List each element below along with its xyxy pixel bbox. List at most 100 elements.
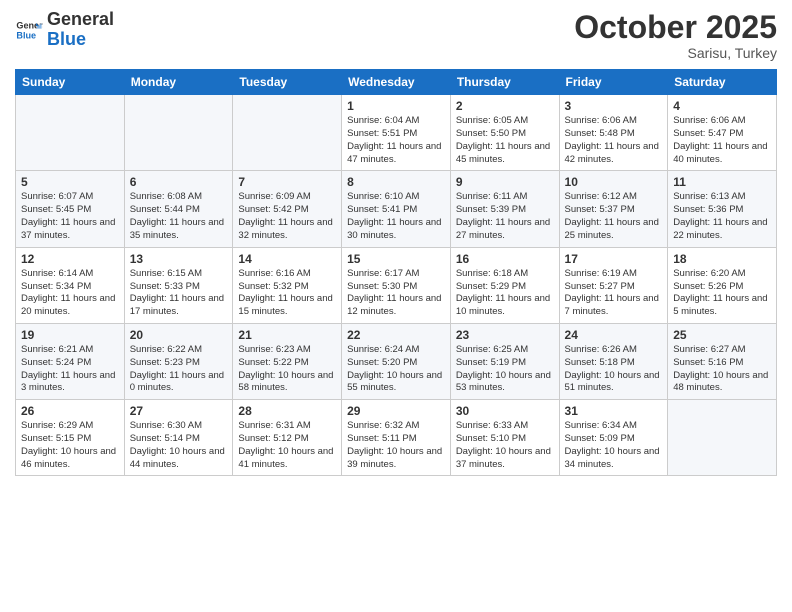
calendar-table: Sunday Monday Tuesday Wednesday Thursday…: [15, 69, 777, 476]
day-info: Sunrise: 6:25 AM Sunset: 5:19 PM Dayligh…: [456, 344, 554, 395]
day-info: Sunrise: 6:29 AM Sunset: 5:15 PM Dayligh…: [21, 420, 119, 471]
table-row: 28 Sunrise: 6:31 AM Sunset: 5:12 PM Dayli…: [233, 400, 342, 476]
day-info: Sunrise: 6:22 AM Sunset: 5:23 PM Dayligh…: [130, 344, 228, 395]
day-info: Sunrise: 6:06 AM Sunset: 5:48 PM Dayligh…: [565, 115, 663, 166]
day-info: Sunrise: 6:15 AM Sunset: 5:33 PM Dayligh…: [130, 268, 228, 319]
table-row: 21 Sunrise: 6:23 AM Sunset: 5:22 PM Dayli…: [233, 323, 342, 399]
day-number: 27: [130, 404, 228, 418]
day-info: Sunrise: 6:13 AM Sunset: 5:36 PM Dayligh…: [673, 191, 771, 242]
table-row: 22Sunrise: 6:24 AM Sunset: 5:20 PM Dayli…: [342, 323, 451, 399]
table-row: 15Sunrise: 6:17 AM Sunset: 5:30 PM Dayli…: [342, 247, 451, 323]
calendar-header-row: Sunday Monday Tuesday Wednesday Thursday…: [16, 70, 777, 95]
table-row: 18Sunrise: 6:20 AM Sunset: 5:26 PM Dayli…: [668, 247, 777, 323]
day-info: Sunrise: 6:31 AM Sunset: 5:12 PM Dayligh…: [238, 420, 336, 471]
logo: General Blue GeneralBlue: [15, 10, 114, 50]
col-wednesday: Wednesday: [342, 70, 451, 95]
table-row: 20 Sunrise: 6:22 AM Sunset: 5:23 PM Dayli…: [124, 323, 233, 399]
day-info: Sunrise: 6:19 AM Sunset: 5:27 PM Dayligh…: [565, 268, 663, 319]
day-info: Sunrise: 6:14 AM Sunset: 5:34 PM Dayligh…: [21, 268, 119, 319]
table-row: [233, 95, 342, 171]
day-info: Sunrise: 6:26 AM Sunset: 5:18 PM Dayligh…: [565, 344, 663, 395]
calendar-week-row: 5 Sunrise: 6:07 AM Sunset: 5:45 PM Daylig…: [16, 171, 777, 247]
table-row: 16 Sunrise: 6:18 AM Sunset: 5:29 PM Dayli…: [450, 247, 559, 323]
col-saturday: Saturday: [668, 70, 777, 95]
table-row: 10 Sunrise: 6:12 AM Sunset: 5:37 PM Dayli…: [559, 171, 668, 247]
svg-text:Blue: Blue: [16, 30, 36, 40]
day-number: 19: [21, 328, 119, 342]
table-row: 19 Sunrise: 6:21 AM Sunset: 5:24 PM Dayli…: [16, 323, 125, 399]
table-row: 2 Sunrise: 6:05 AM Sunset: 5:50 PM Daylig…: [450, 95, 559, 171]
table-row: 4Sunrise: 6:06 AM Sunset: 5:47 PM Daylig…: [668, 95, 777, 171]
day-number: 12: [21, 252, 119, 266]
table-row: 31Sunrise: 6:34 AM Sunset: 5:09 PM Dayli…: [559, 400, 668, 476]
day-number: 21: [238, 328, 336, 342]
day-info: Sunrise: 6:06 AM Sunset: 5:47 PM Dayligh…: [673, 115, 771, 166]
day-info: Sunrise: 6:27 AM Sunset: 5:16 PM Dayligh…: [673, 344, 771, 395]
table-row: 12 Sunrise: 6:14 AM Sunset: 5:34 PM Dayli…: [16, 247, 125, 323]
day-info: Sunrise: 6:09 AM Sunset: 5:42 PM Dayligh…: [238, 191, 336, 242]
col-thursday: Thursday: [450, 70, 559, 95]
day-info: Sunrise: 6:12 AM Sunset: 5:37 PM Dayligh…: [565, 191, 663, 242]
day-info: Sunrise: 6:10 AM Sunset: 5:41 PM Dayligh…: [347, 191, 445, 242]
day-info: Sunrise: 6:05 AM Sunset: 5:50 PM Dayligh…: [456, 115, 554, 166]
day-number: 20: [130, 328, 228, 342]
table-row: 17 Sunrise: 6:19 AM Sunset: 5:27 PM Dayli…: [559, 247, 668, 323]
day-info: Sunrise: 6:32 AM Sunset: 5:11 PM Dayligh…: [347, 420, 445, 471]
day-number: 13: [130, 252, 228, 266]
table-row: 29 Sunrise: 6:32 AM Sunset: 5:11 PM Dayli…: [342, 400, 451, 476]
day-number: 15: [347, 252, 445, 266]
day-info: Sunrise: 6:08 AM Sunset: 5:44 PM Dayligh…: [130, 191, 228, 242]
day-info: Sunrise: 6:23 AM Sunset: 5:22 PM Dayligh…: [238, 344, 336, 395]
day-number: 30: [456, 404, 554, 418]
table-row: 23 Sunrise: 6:25 AM Sunset: 5:19 PM Dayli…: [450, 323, 559, 399]
day-info: Sunrise: 6:30 AM Sunset: 5:14 PM Dayligh…: [130, 420, 228, 471]
day-number: 11: [673, 175, 771, 189]
table-row: 26 Sunrise: 6:29 AM Sunset: 5:15 PM Dayli…: [16, 400, 125, 476]
table-row: 25 Sunrise: 6:27 AM Sunset: 5:16 PM Dayli…: [668, 323, 777, 399]
day-number: 5: [21, 175, 119, 189]
logo-icon: General Blue: [15, 16, 43, 44]
day-info: Sunrise: 6:34 AM Sunset: 5:09 PM Dayligh…: [565, 420, 663, 471]
col-friday: Friday: [559, 70, 668, 95]
table-row: 30Sunrise: 6:33 AM Sunset: 5:10 PM Dayli…: [450, 400, 559, 476]
day-info: Sunrise: 6:21 AM Sunset: 5:24 PM Dayligh…: [21, 344, 119, 395]
day-number: 17: [565, 252, 663, 266]
day-number: 25: [673, 328, 771, 342]
day-number: 28: [238, 404, 336, 418]
day-number: 14: [238, 252, 336, 266]
col-monday: Monday: [124, 70, 233, 95]
table-row: [668, 400, 777, 476]
calendar-week-row: 12 Sunrise: 6:14 AM Sunset: 5:34 PM Dayli…: [16, 247, 777, 323]
table-row: 11 Sunrise: 6:13 AM Sunset: 5:36 PM Dayli…: [668, 171, 777, 247]
day-info: Sunrise: 6:18 AM Sunset: 5:29 PM Dayligh…: [456, 268, 554, 319]
page: General Blue GeneralBlue October 2025 Sa…: [0, 0, 792, 612]
title-block: October 2025 Sarisu, Turkey: [574, 10, 777, 61]
day-info: Sunrise: 6:20 AM Sunset: 5:26 PM Dayligh…: [673, 268, 771, 319]
table-row: 6Sunrise: 6:08 AM Sunset: 5:44 PM Daylig…: [124, 171, 233, 247]
table-row: 8Sunrise: 6:10 AM Sunset: 5:41 PM Daylig…: [342, 171, 451, 247]
day-number: 1: [347, 99, 445, 113]
table-row: [124, 95, 233, 171]
day-number: 23: [456, 328, 554, 342]
calendar-week-row: 19 Sunrise: 6:21 AM Sunset: 5:24 PM Dayli…: [16, 323, 777, 399]
logo-text: GeneralBlue: [47, 10, 114, 50]
day-number: 26: [21, 404, 119, 418]
col-sunday: Sunday: [16, 70, 125, 95]
day-info: Sunrise: 6:11 AM Sunset: 5:39 PM Dayligh…: [456, 191, 554, 242]
table-row: 1Sunrise: 6:04 AM Sunset: 5:51 PM Daylig…: [342, 95, 451, 171]
day-number: 16: [456, 252, 554, 266]
table-row: 5 Sunrise: 6:07 AM Sunset: 5:45 PM Daylig…: [16, 171, 125, 247]
day-number: 7: [238, 175, 336, 189]
day-number: 24: [565, 328, 663, 342]
table-row: 14Sunrise: 6:16 AM Sunset: 5:32 PM Dayli…: [233, 247, 342, 323]
table-row: 7 Sunrise: 6:09 AM Sunset: 5:42 PM Daylig…: [233, 171, 342, 247]
day-number: 2: [456, 99, 554, 113]
day-info: Sunrise: 6:07 AM Sunset: 5:45 PM Dayligh…: [21, 191, 119, 242]
table-row: 9Sunrise: 6:11 AM Sunset: 5:39 PM Daylig…: [450, 171, 559, 247]
table-row: 27 Sunrise: 6:30 AM Sunset: 5:14 PM Dayli…: [124, 400, 233, 476]
day-number: 3: [565, 99, 663, 113]
day-number: 10: [565, 175, 663, 189]
location-subtitle: Sarisu, Turkey: [574, 45, 777, 61]
day-number: 29: [347, 404, 445, 418]
calendar-week-row: 1Sunrise: 6:04 AM Sunset: 5:51 PM Daylig…: [16, 95, 777, 171]
